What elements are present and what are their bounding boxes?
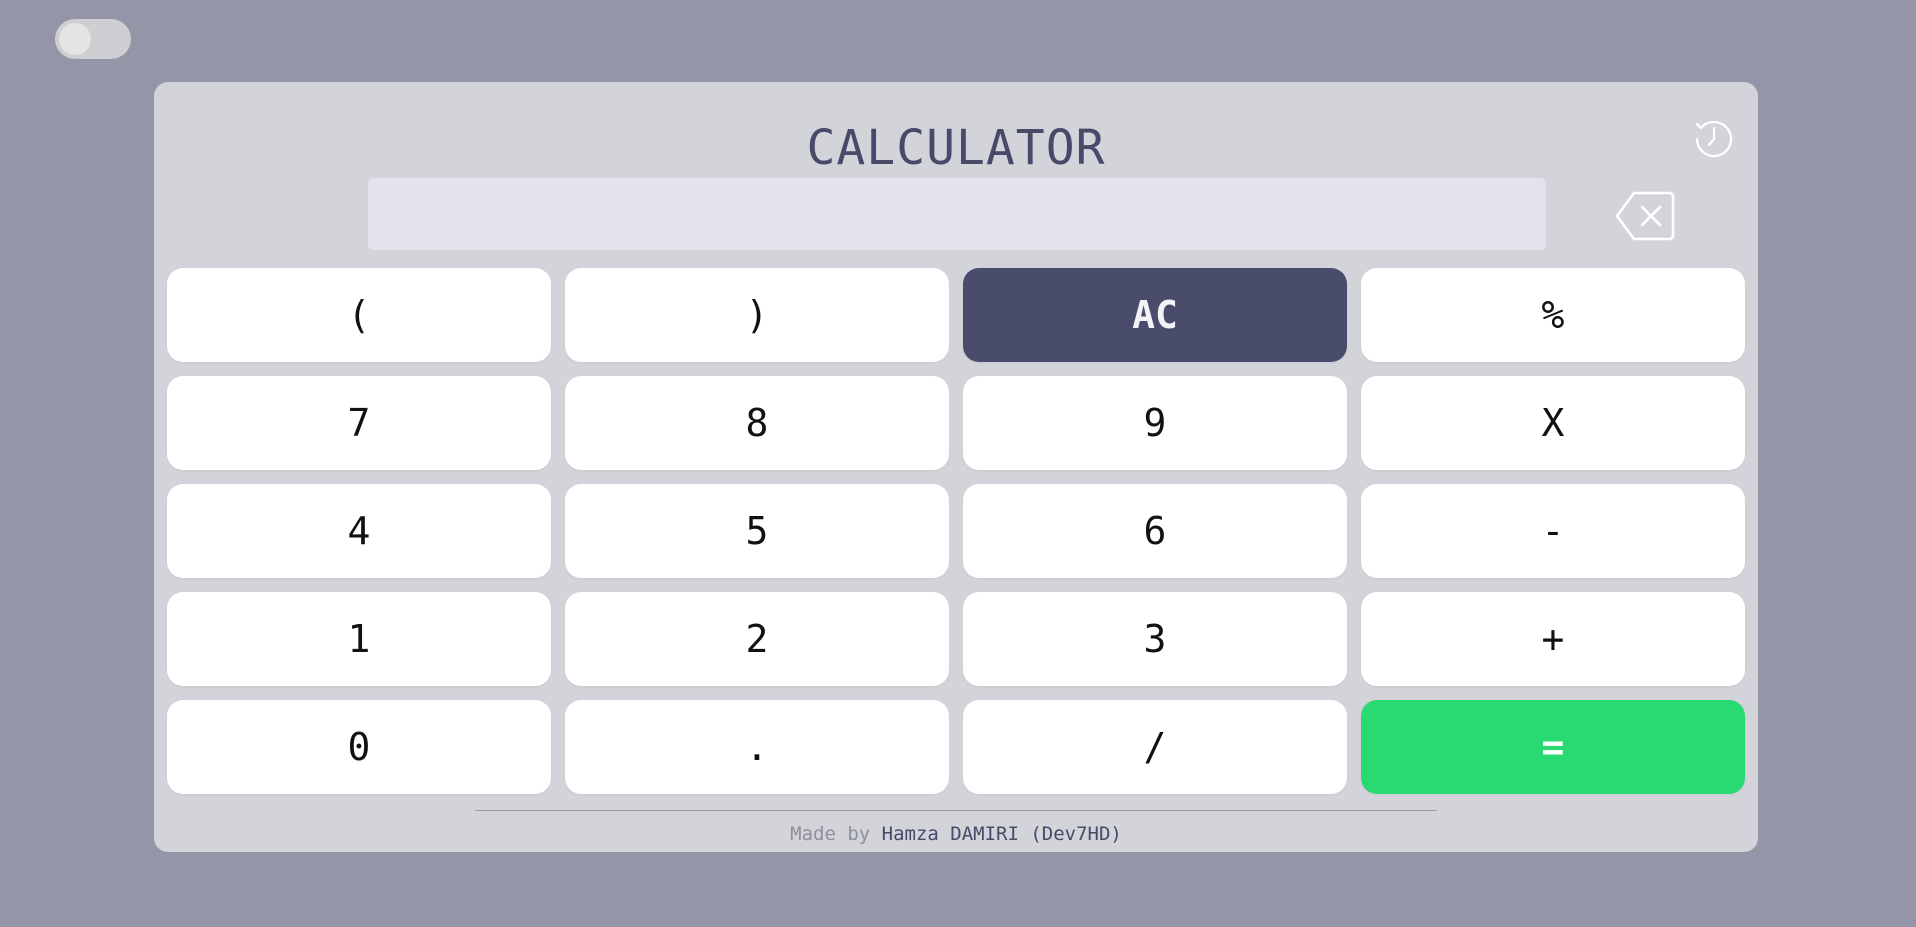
key-9[interactable]: 9	[963, 376, 1347, 470]
key-2[interactable]: 2	[565, 592, 949, 686]
key-decimal[interactable]: .	[565, 700, 949, 794]
theme-toggle[interactable]	[55, 19, 131, 59]
key-7[interactable]: 7	[167, 376, 551, 470]
footer-made-by: Made by	[790, 823, 871, 845]
keypad: ( ) AC % 7 8 9 X 4 5 6 - 1 2 3 + 0 . / =	[167, 268, 1745, 794]
key-4[interactable]: 4	[167, 484, 551, 578]
footer-author: Hamza DAMIRI (Dev7HD)	[881, 823, 1122, 845]
key-5[interactable]: 5	[565, 484, 949, 578]
footer-divider	[475, 810, 1437, 811]
footer-credit: Made by Hamza DAMIRI (Dev7HD)	[154, 822, 1758, 846]
key-subtract[interactable]: -	[1361, 484, 1745, 578]
key-3[interactable]: 3	[963, 592, 1347, 686]
key-multiply[interactable]: X	[1361, 376, 1745, 470]
calculator-title: CALCULATOR	[806, 120, 1106, 176]
key-add[interactable]: +	[1361, 592, 1745, 686]
key-0[interactable]: 0	[167, 700, 551, 794]
key-1[interactable]: 1	[167, 592, 551, 686]
calculator-panel: CALCULATOR ( ) AC % 7 8 9 X 4 5 6 - 1 2 …	[154, 82, 1758, 852]
key-equals[interactable]: =	[1361, 700, 1745, 794]
backspace-icon[interactable]	[1614, 190, 1676, 242]
key-6[interactable]: 6	[963, 484, 1347, 578]
history-clock-icon[interactable]	[1690, 115, 1738, 163]
key-8[interactable]: 8	[565, 376, 949, 470]
toggle-knob	[59, 23, 91, 55]
key-percent[interactable]: %	[1361, 268, 1745, 362]
calculator-display[interactable]	[368, 178, 1546, 250]
key-divide[interactable]: /	[963, 700, 1347, 794]
key-open-paren[interactable]: (	[167, 268, 551, 362]
key-close-paren[interactable]: )	[565, 268, 949, 362]
key-all-clear[interactable]: AC	[963, 268, 1347, 362]
